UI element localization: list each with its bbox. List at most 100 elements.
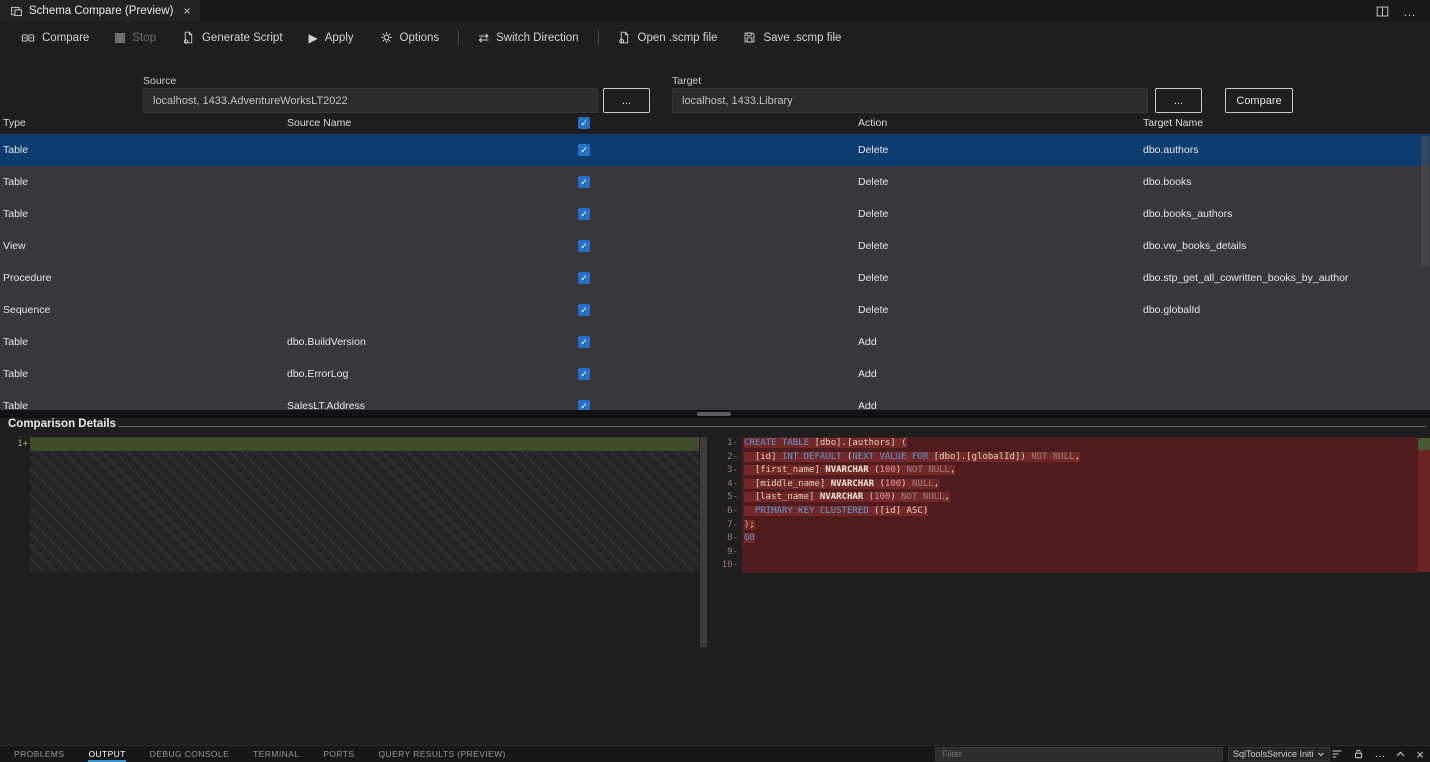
panel-tab-problems[interactable]: PROBLEMS (14, 746, 64, 762)
table-row[interactable]: View✓Deletedbo.vw_books_details (0, 230, 1430, 262)
open-scmp-label: Open .scmp file (638, 32, 718, 44)
more-actions-icon[interactable]: … (1403, 4, 1416, 19)
row-include-checkbox[interactable]: ✓ (578, 336, 590, 348)
tab-title: Schema Compare (Preview) (29, 5, 173, 17)
table-row[interactable]: Table✓Deletedbo.authors (0, 134, 1430, 166)
table-row[interactable]: Tabledbo.BuildVersion✓Add (0, 326, 1430, 358)
line-number: 2- (712, 451, 742, 465)
check-icon: ✓ (580, 370, 588, 379)
row-include-checkbox[interactable]: ✓ (578, 304, 590, 316)
code-text: ); (742, 519, 1418, 533)
play-icon: ▶ (309, 32, 318, 44)
output-channel-label: SqlToolsService Initializ (1233, 749, 1314, 759)
gear-icon (380, 31, 393, 44)
table-row[interactable]: Tabledbo.ErrorLog✓Add (0, 358, 1430, 390)
code-text: GO (742, 532, 1418, 546)
code-text: CREATE TABLE [dbo].[authors] ( (742, 437, 1418, 451)
panel-tab-debug-console[interactable]: DEBUG CONSOLE (150, 746, 229, 762)
apply-button[interactable]: ▶ Apply (296, 26, 367, 50)
row-include-checkbox[interactable]: ✓ (578, 144, 590, 156)
code-line: 7-); (712, 519, 1430, 533)
panel-more-actions-icon[interactable]: … (1374, 749, 1385, 760)
row-target-name: dbo.stp_get_all_cowritten_books_by_autho… (1143, 262, 1348, 294)
line-number: 6- (712, 505, 742, 519)
row-include-checkbox[interactable]: ✓ (578, 400, 590, 410)
panel-tabs: PROBLEMS OUTPUT DEBUG CONSOLE TERMINAL PORTS… (14, 746, 506, 762)
source-diff-pane[interactable]: 1+ (0, 437, 707, 745)
switch-direction-icon: ⇄ (478, 31, 489, 44)
col-source-name[interactable]: Source Name (287, 117, 351, 129)
code-text: [id] INT DEFAULT (NEXT VALUE FOR [dbo].[… (742, 451, 1418, 465)
options-button[interactable]: Options (367, 26, 453, 50)
check-icon: ✓ (580, 146, 588, 155)
open-scmp-button[interactable]: Open .scmp file (605, 26, 731, 50)
table-row[interactable]: Sequence✓Deletedbo.globalId (0, 294, 1430, 326)
row-action: Delete (858, 134, 888, 166)
compare-toolbar-button[interactable]: Compare (8, 26, 102, 50)
code-text: [last_name] NVARCHAR (100) NOT NULL, (742, 491, 1418, 505)
stop-button[interactable]: Stop (102, 26, 169, 50)
table-row[interactable]: Table ✓ Delete dbo.books_authors (0, 198, 1430, 230)
check-icon: ✓ (580, 242, 588, 251)
row-target-name: dbo.books_authors (1143, 198, 1232, 230)
panel-tab-output[interactable]: OUTPUT (88, 746, 125, 762)
source-label: Source (143, 75, 176, 87)
panel-tab-ports[interactable]: PORTS (323, 746, 354, 762)
close-panel-icon[interactable]: × (1416, 748, 1424, 761)
col-action[interactable]: Action (858, 117, 887, 129)
line-number: 7- (712, 519, 742, 533)
table-row[interactable]: Table✓Deletedbo.books (0, 166, 1430, 198)
row-type: Table (3, 198, 28, 230)
col-target-name[interactable]: Target Name (1143, 117, 1203, 129)
panel-tab-terminal[interactable]: TERMINAL (253, 746, 299, 762)
target-browse-button[interactable]: ... (1155, 88, 1202, 113)
source-input[interactable] (143, 88, 598, 113)
compare-button[interactable]: Compare (1225, 88, 1293, 113)
target-code-lines: 1-CREATE TABLE [dbo].[authors] (2- [id] … (712, 437, 1430, 573)
row-include-checkbox[interactable]: ✓ (578, 176, 590, 188)
lock-icon[interactable] (1353, 748, 1364, 760)
row-target-name: dbo.authors (1143, 134, 1198, 166)
panel-tab-query-results-preview[interactable]: QUERY RESULTS (PREVIEW) (378, 746, 505, 762)
schema-compare-icon (10, 5, 23, 18)
row-action: Delete (858, 230, 888, 262)
check-icon: ✓ (580, 210, 588, 219)
splitter-handle[interactable] (697, 412, 731, 416)
toolbar-separator (598, 30, 599, 45)
line-number: 8- (712, 532, 742, 546)
table-row[interactable]: Procedure✓Deletedbo.stp_get_all_cowritte… (0, 262, 1430, 294)
grid-scrollbar[interactable] (1421, 136, 1429, 266)
chevron-up-icon[interactable] (1395, 749, 1406, 760)
panel-splitter[interactable] (0, 410, 1430, 418)
row-include-checkbox[interactable]: ✓ (578, 272, 590, 284)
table-row[interactable]: TableSalesLT.Address✓Add (0, 390, 1430, 410)
tab-schema-compare[interactable]: Schema Compare (Preview) × (0, 0, 200, 22)
select-all-checkbox[interactable]: ✓ (578, 117, 590, 129)
target-diff-pane[interactable]: 1-CREATE TABLE [dbo].[authors] (2- [id] … (712, 437, 1430, 745)
generate-script-button[interactable]: Generate Script (169, 26, 296, 50)
output-filter-input[interactable] (935, 747, 1223, 761)
row-include-checkbox[interactable]: ✓ (578, 208, 590, 220)
row-include-checkbox[interactable]: ✓ (578, 368, 590, 380)
save-scmp-button[interactable]: Save .scmp file (730, 26, 854, 50)
empty-diff-region (30, 451, 699, 572)
comparison-diff-editor: 1+ 1-CREATE TABLE [dbo].[authors] (2- [i… (0, 437, 1430, 745)
clear-output-icon[interactable] (1331, 748, 1343, 760)
code-line: 10- (712, 559, 1430, 573)
col-type[interactable]: Type (3, 117, 26, 129)
source-pane-scrollbar[interactable] (700, 437, 707, 647)
close-icon[interactable]: × (183, 4, 190, 18)
row-action: Add (858, 390, 877, 410)
code-line: 6- PRIMARY KEY CLUSTERED ([id] ASC) (712, 505, 1430, 519)
row-target-name: dbo.globalId (1143, 294, 1200, 326)
split-editor-icon[interactable] (1376, 5, 1389, 18)
line-number: 5- (712, 491, 742, 505)
output-channel-select[interactable]: SqlToolsService Initializ (1228, 747, 1330, 761)
source-browse-button[interactable]: ... (603, 88, 650, 113)
switch-direction-button[interactable]: ⇄ Switch Direction (465, 26, 591, 50)
overview-ruler[interactable] (1418, 437, 1430, 745)
target-input[interactable] (672, 88, 1148, 113)
row-include-checkbox[interactable]: ✓ (578, 240, 590, 252)
line-number: 4- (712, 478, 742, 492)
row-action: Delete (858, 198, 888, 230)
